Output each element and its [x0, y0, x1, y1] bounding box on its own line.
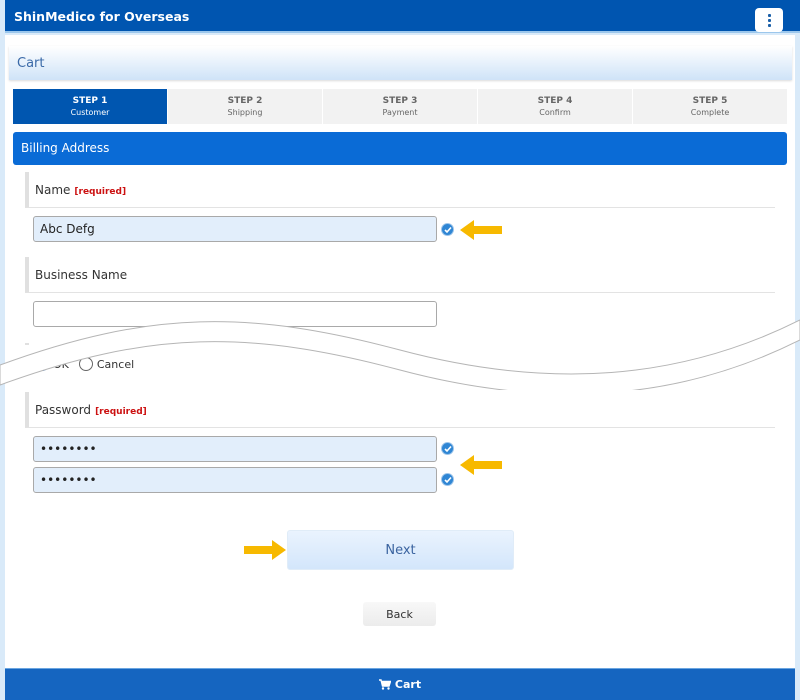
- back-button[interactable]: Back: [363, 602, 436, 626]
- password-label-row: Password [required]: [25, 392, 775, 428]
- shopping-cart-icon: [378, 679, 391, 690]
- step-complete: STEP 5 Complete: [633, 89, 787, 124]
- page-content: Cart STEP 1 Customer STEP 2 Shipping STE…: [5, 35, 795, 668]
- cart-footer-label: Cart: [394, 678, 422, 691]
- top-bar: ShinMedico for Overseas: [5, 0, 800, 33]
- business-name-label: Business Name: [35, 268, 128, 282]
- required-tag: [required]: [74, 187, 127, 197]
- kebab-menu-icon: [767, 13, 771, 27]
- radio-ok-button[interactable]: [35, 357, 49, 371]
- password-label: Password: [35, 403, 92, 417]
- step-customer: STEP 1 Customer: [13, 89, 167, 124]
- app-title: ShinMedico for Overseas: [14, 9, 190, 24]
- business-name-input[interactable]: [33, 301, 437, 327]
- step-label: Payment: [382, 108, 418, 117]
- step-number: STEP 4: [537, 96, 573, 106]
- next-button[interactable]: Next: [287, 530, 514, 570]
- page-header: Cart: [9, 46, 792, 80]
- step-number: STEP 5: [692, 96, 728, 106]
- name-label-row: Name [required]: [25, 172, 775, 208]
- radio-ok-label: OK: [53, 357, 69, 371]
- step-confirm: STEP 4 Confirm: [478, 89, 632, 124]
- section-header: Billing Address: [13, 132, 787, 165]
- annotation-arrow-icon: [460, 455, 502, 475]
- step-number: STEP 3: [382, 96, 418, 106]
- annotation-arrow-icon: [244, 540, 286, 560]
- name-label: Name: [35, 183, 71, 197]
- valid-check-icon: [441, 442, 454, 455]
- field-divider: [25, 343, 775, 345]
- radio-cancel[interactable]: Cancel: [78, 357, 135, 371]
- step-number: STEP 1: [72, 96, 108, 106]
- step-label: Customer: [70, 108, 110, 117]
- password-input[interactable]: [33, 436, 437, 462]
- radio-cancel-label: Cancel: [96, 357, 135, 371]
- step-payment: STEP 3 Payment: [323, 89, 477, 124]
- step-number: STEP 2: [227, 96, 263, 106]
- business-name-label-row: Business Name: [25, 257, 775, 293]
- newsletter-radio-group: OK Cancel: [35, 357, 144, 371]
- name-input[interactable]: [33, 216, 437, 242]
- step-label: Confirm: [539, 108, 571, 117]
- password-confirm-input[interactable]: [33, 467, 437, 493]
- valid-check-icon: [441, 223, 454, 236]
- cart-footer-button[interactable]: Cart: [5, 668, 795, 700]
- step-shipping: STEP 2 Shipping: [168, 89, 322, 124]
- required-tag: [required]: [95, 407, 147, 417]
- radio-ok[interactable]: OK: [35, 357, 69, 371]
- radio-cancel-button[interactable]: [78, 357, 93, 371]
- valid-check-icon: [441, 473, 454, 486]
- page-title: Cart: [17, 56, 45, 71]
- annotation-arrow-icon: [460, 220, 502, 240]
- menu-button[interactable]: [755, 8, 783, 32]
- step-label: Shipping: [227, 108, 263, 117]
- step-label: Complete: [690, 108, 730, 117]
- checkout-steps: STEP 1 Customer STEP 2 Shipping STEP 3 P…: [13, 89, 787, 124]
- section-title: Billing Address: [21, 141, 110, 155]
